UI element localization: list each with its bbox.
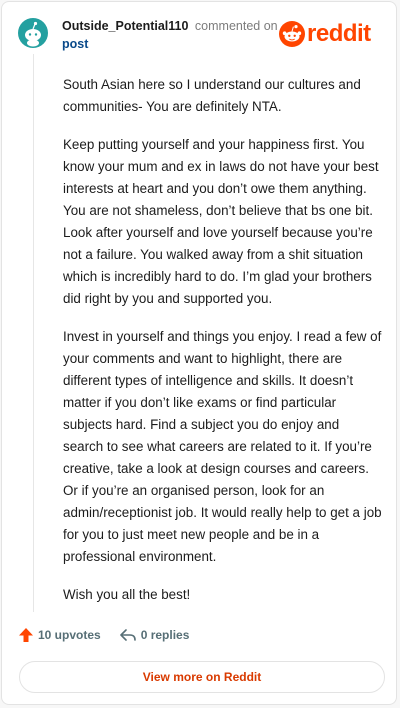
view-more-label: View more on Reddit xyxy=(142,670,262,684)
author-name[interactable]: Outside_Potential110 xyxy=(62,19,188,33)
comment-paragraph: Keep putting yourself and your happiness… xyxy=(63,137,379,306)
post-link[interactable]: post xyxy=(62,37,88,51)
view-more-button[interactable]: View more on Reddit xyxy=(19,661,385,693)
upvote-button[interactable]: 10 upvotes xyxy=(18,627,101,643)
thread-line xyxy=(33,54,34,612)
comment-paragraph: South Asian here so I understand our cul… xyxy=(63,77,361,114)
reddit-snoo-icon xyxy=(279,21,305,47)
upvote-count: 10 upvotes xyxy=(38,628,101,642)
reply-arrow-icon xyxy=(119,629,136,641)
reply-count: 0 replies xyxy=(140,628,190,642)
upvote-arrow-icon xyxy=(19,628,33,642)
embedded-comment-card: Outside_Potential110 commented on post r… xyxy=(1,1,397,705)
comment-paragraph: Wish you all the best! xyxy=(63,587,191,602)
comment-header: Outside_Potential110 commented on xyxy=(62,19,278,33)
comment-footer: 10 upvotes 0 replies xyxy=(18,627,189,643)
reply-button[interactable]: 0 replies xyxy=(119,627,190,643)
reddit-wordmark: reddit xyxy=(307,20,371,47)
comment-action-text: commented on xyxy=(194,19,278,33)
snoo-avatar-icon[interactable] xyxy=(18,18,48,48)
comment-body: South Asian here so I understand our cul… xyxy=(63,74,383,622)
reddit-logo[interactable]: reddit xyxy=(279,19,371,49)
comment-paragraph: Invest in yourself and things you enjoy.… xyxy=(63,329,382,564)
